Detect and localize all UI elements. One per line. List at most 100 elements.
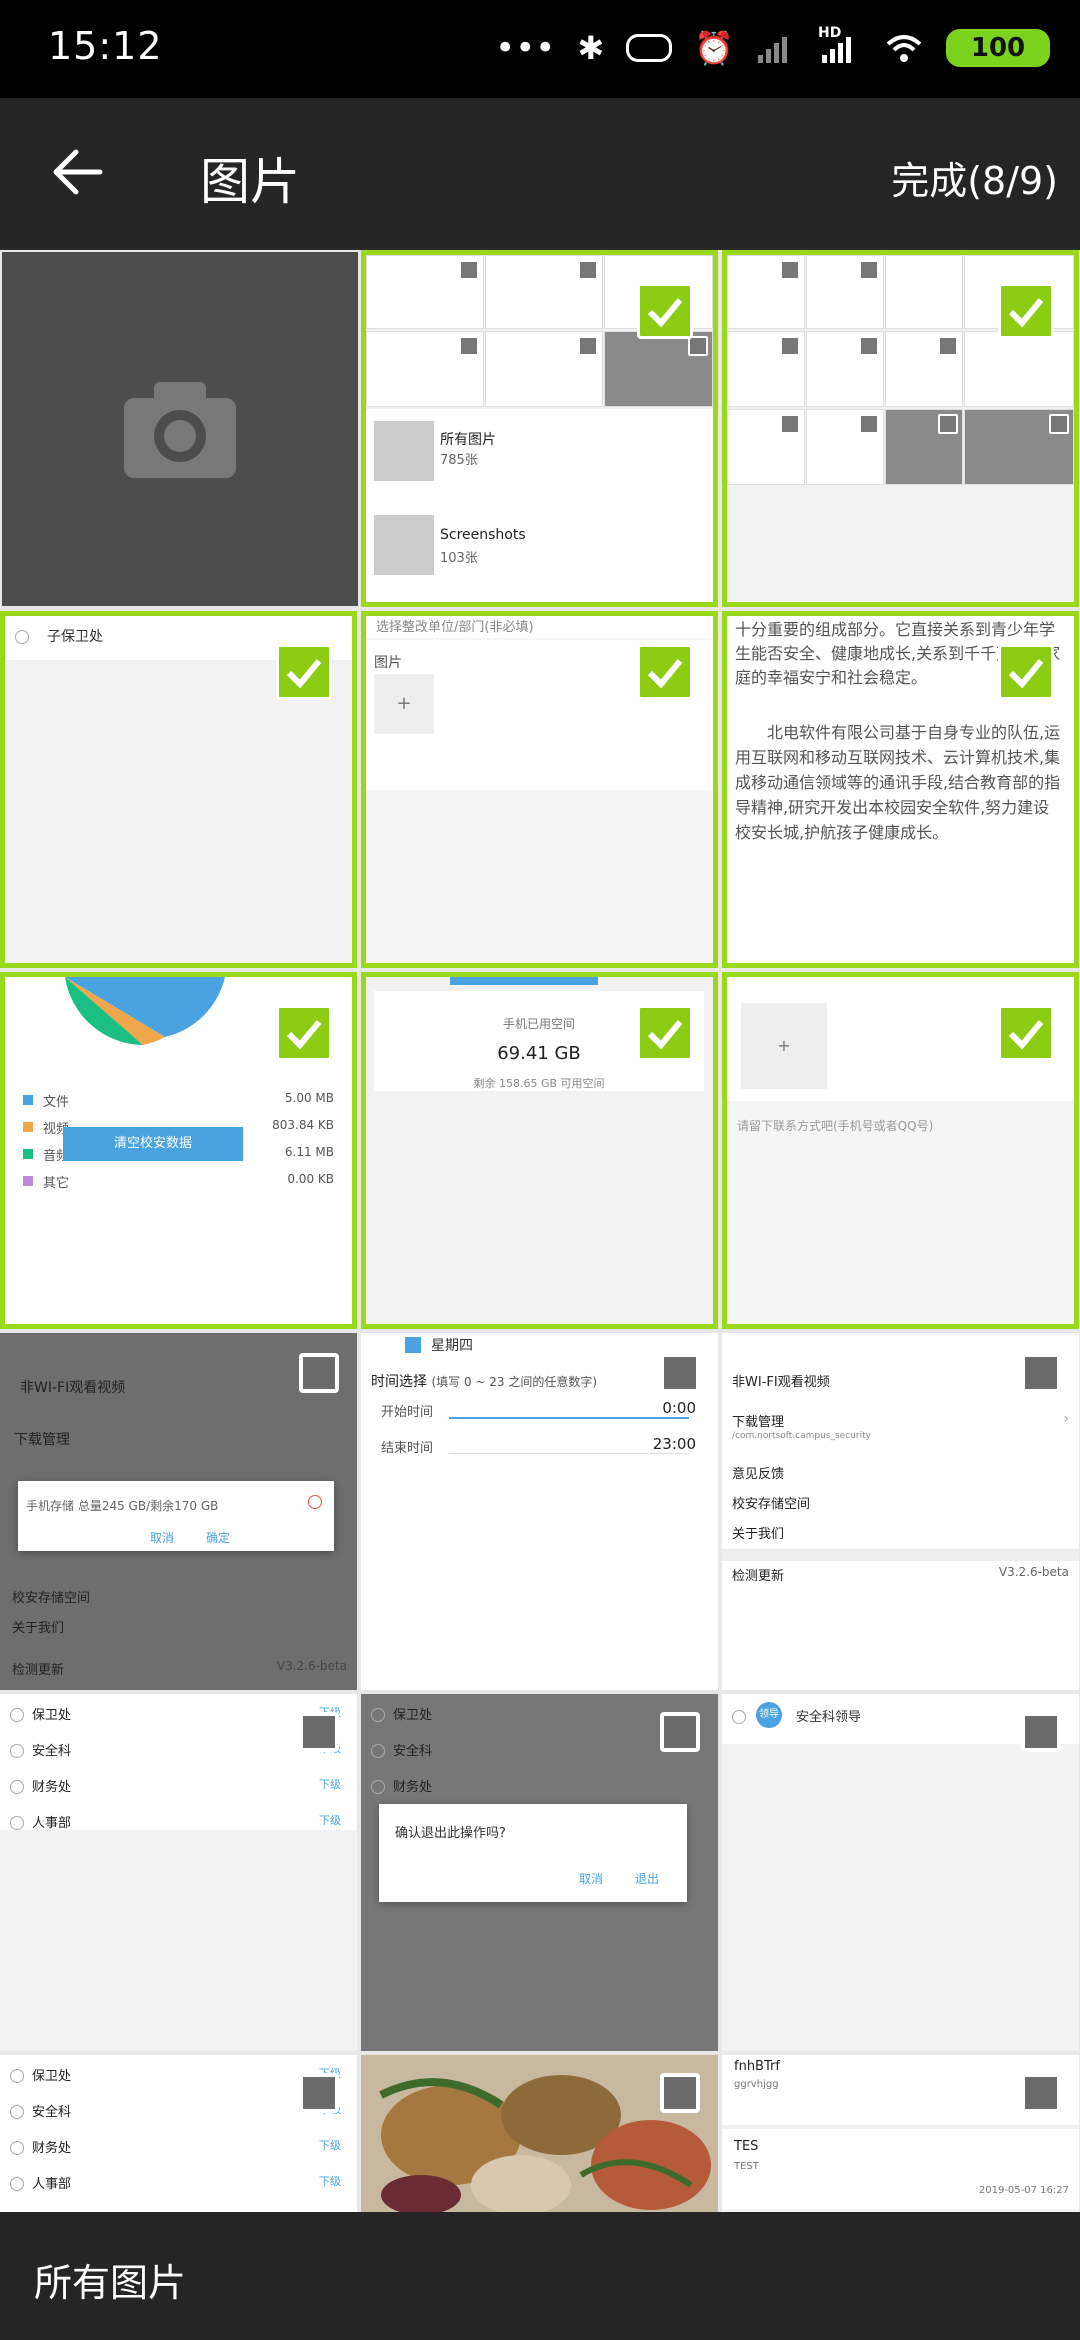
unselected-checkbox[interactable] <box>299 1712 339 1752</box>
album-selector[interactable]: 所有图片 <box>34 2252 186 2307</box>
mini-checkbox <box>780 260 800 280</box>
legend-label: 文件 <box>43 1095 70 1110</box>
photo-thumb-18[interactable]: fnhBTrf ggrvhjgg TES TEST 2019-05-07 16:… <box>722 2055 1079 2212</box>
storage-dialog: 手机存储 总量245 GB/剩余170 GB 取消 确定 <box>18 1481 334 1551</box>
unselected-checkbox[interactable] <box>660 2073 700 2113</box>
back-arrow-icon[interactable] <box>48 142 108 202</box>
leader-label: 安全科领导 <box>796 1710 862 1725</box>
wifi-row: 非WI-FI观看视频 <box>732 1375 830 1390</box>
unselected-checkbox[interactable] <box>299 1353 339 1393</box>
bluetooth-icon: ✱ <box>577 29 605 67</box>
check-icon <box>647 298 683 328</box>
album-name: Screenshots <box>440 527 526 543</box>
department-row: 财务处 <box>361 1772 718 1808</box>
department-label: 财务处 <box>32 2141 72 2156</box>
selected-checkbox[interactable] <box>998 1005 1054 1061</box>
add-image-box: + <box>374 674 434 734</box>
photo-thumb-10[interactable]: 非WI-FI观看视频 下载管理 手机存储 总量245 GB/剩余170 GB 取… <box>0 1333 357 1690</box>
department-label: 财务处 <box>32 1780 72 1795</box>
photo-thumb-11[interactable]: 星期四 时间选择 (填写 0 ~ 23 之间的任意数字) 开始时间 0:00 结… <box>361 1333 718 1690</box>
unselected-checkbox[interactable] <box>299 2073 339 2113</box>
status-bar: 15:12 ••• ✱ ⏰ HD 100 <box>0 0 1080 98</box>
dialog-cancel: 取消 <box>579 1872 604 1886</box>
photo-thumb-15[interactable]: 领导 安全科领导 <box>722 1694 1079 2051</box>
unselected-checkbox[interactable] <box>1021 2073 1061 2113</box>
selected-checkbox[interactable] <box>998 644 1054 700</box>
mini-checkbox <box>938 414 958 434</box>
photo-thumb-12[interactable]: 非WI-FI观看视频 下载管理 /com.nortsoft.campus_sec… <box>722 1333 1079 1690</box>
department-label: 人事部 <box>32 2177 72 2192</box>
contact-hint: 请留下联系方式吧(手机号或者QQ号) <box>737 1119 934 1133</box>
photo-thumb-3[interactable] <box>722 250 1079 607</box>
mini-screen <box>366 331 484 407</box>
mini-screen <box>806 409 884 485</box>
section-divider <box>722 1549 1079 1561</box>
start-time-value: 0:00 <box>662 1399 696 1417</box>
legend-swatch <box>23 1149 33 1159</box>
photo-thumb-7[interactable]: 文件 5.00 MB 视频 803.84 KB 音频 6.11 MB 其它 0.00 KB 清… <box>0 972 357 1329</box>
selected-checkbox[interactable] <box>276 644 332 700</box>
space-row: 校安存储空间 <box>12 1591 91 1606</box>
mini-screen <box>964 409 1074 485</box>
clear-data-button: 清空校安数据 <box>63 1127 243 1161</box>
selected-checkbox[interactable] <box>637 283 693 339</box>
update-row: 检测更新 <box>732 1569 785 1584</box>
radio-icon <box>10 2069 24 2083</box>
album-count: 103张 <box>440 551 478 566</box>
check-icon <box>1008 1020 1044 1050</box>
end-time-label: 结束时间 <box>381 1441 434 1456</box>
wifi-row: 非WI-FI观看视频 <box>20 1380 126 1396</box>
bottom-bar: 所有图片 <box>0 2212 1080 2340</box>
end-time-value: 23:00 <box>652 1435 696 1453</box>
mini-screen <box>964 331 1074 407</box>
radio-icon <box>10 1780 24 1794</box>
photo-thumb-16[interactable]: 保卫处下级安全科下级财务处下级人事部下级 <box>0 2055 357 2212</box>
selected-checkbox[interactable] <box>276 1005 332 1061</box>
sub-level-link: 下级 <box>319 1814 341 1827</box>
app-bar: 图片 完成(8/9) <box>0 98 1080 248</box>
selected-checkbox[interactable] <box>637 1005 693 1061</box>
photo-thumb-8[interactable]: 手机已用空间 69.41 GB 剩余 158.65 GB 可用空间 <box>361 972 718 1329</box>
done-button[interactable]: 完成(8/9) <box>891 150 1058 205</box>
message-body: TEST <box>734 2161 759 2172</box>
selected-checkbox[interactable] <box>637 644 693 700</box>
battery-level: 100 <box>970 33 1026 63</box>
radio-checked-icon <box>308 1495 322 1509</box>
selected-checkbox[interactable] <box>998 283 1054 339</box>
photo-thumb-6[interactable]: 十分重要的组成部分。它直接关系到青少年学生能否安全、健康地成长,关系到千千万万个… <box>722 611 1079 968</box>
department-row: 人事部 下级 <box>0 1808 357 1844</box>
legend-swatch <box>23 1095 33 1105</box>
mini-checkbox <box>459 336 479 356</box>
photo-thumb-4[interactable]: 子保卫处 <box>0 611 357 968</box>
button-edge <box>450 977 598 985</box>
radio-icon <box>10 2141 24 2155</box>
camera-tile[interactable] <box>2 252 358 606</box>
radio-icon <box>732 1710 746 1724</box>
time-hint: (填写 0 ~ 23 之间的任意数字) <box>431 1375 598 1389</box>
download-row: 下载管理 <box>14 1432 70 1448</box>
wifi-icon <box>886 35 922 62</box>
sub-level-link: 下级 <box>319 1778 341 1791</box>
photo-thumb-14[interactable]: 保卫处 安全科 财务处 确认退出此操作吗? 取消 退出 <box>361 1694 718 2051</box>
photo-thumb-9[interactable]: + 请留下联系方式吧(手机号或者QQ号) <box>722 972 1079 1329</box>
photo-thumb-13[interactable]: 保卫处下级安全科下级财务处下级人事部下级 <box>0 1694 357 2051</box>
status-time: 15:12 <box>48 24 163 68</box>
unselected-checkbox[interactable] <box>660 1712 700 1752</box>
radio-icon <box>10 2105 24 2119</box>
mini-screen <box>727 409 805 485</box>
signal-icon <box>758 37 787 63</box>
unselected-checkbox[interactable] <box>660 1353 700 1393</box>
mini-screen <box>604 331 713 407</box>
photo-thumb-2[interactable]: 所有图片 785张 Screenshots 103张 <box>361 250 718 607</box>
mini-checkbox <box>688 336 708 356</box>
storage-line: 手机存储 总量245 GB/剩余170 GB <box>26 1499 219 1513</box>
photo-thumb-5[interactable]: 选择整改单位/部门(非必填) 图片 + <box>361 611 718 968</box>
page-title: 图片 <box>200 153 300 211</box>
unselected-checkbox[interactable] <box>1021 1353 1061 1393</box>
intro-paragraph-2: 北电软件有限公司基于自身专业的队伍,运用互联网和移动互联网技术、云计算机技术,集… <box>735 723 1061 842</box>
download-path: /com.nortsoft.campus_security <box>732 1431 871 1441</box>
unselected-checkbox[interactable] <box>1021 1712 1061 1752</box>
message-title: TES <box>734 2139 759 2154</box>
sub-level-link: 下级 <box>319 2139 341 2152</box>
photo-thumb-17[interactable] <box>361 2055 718 2212</box>
